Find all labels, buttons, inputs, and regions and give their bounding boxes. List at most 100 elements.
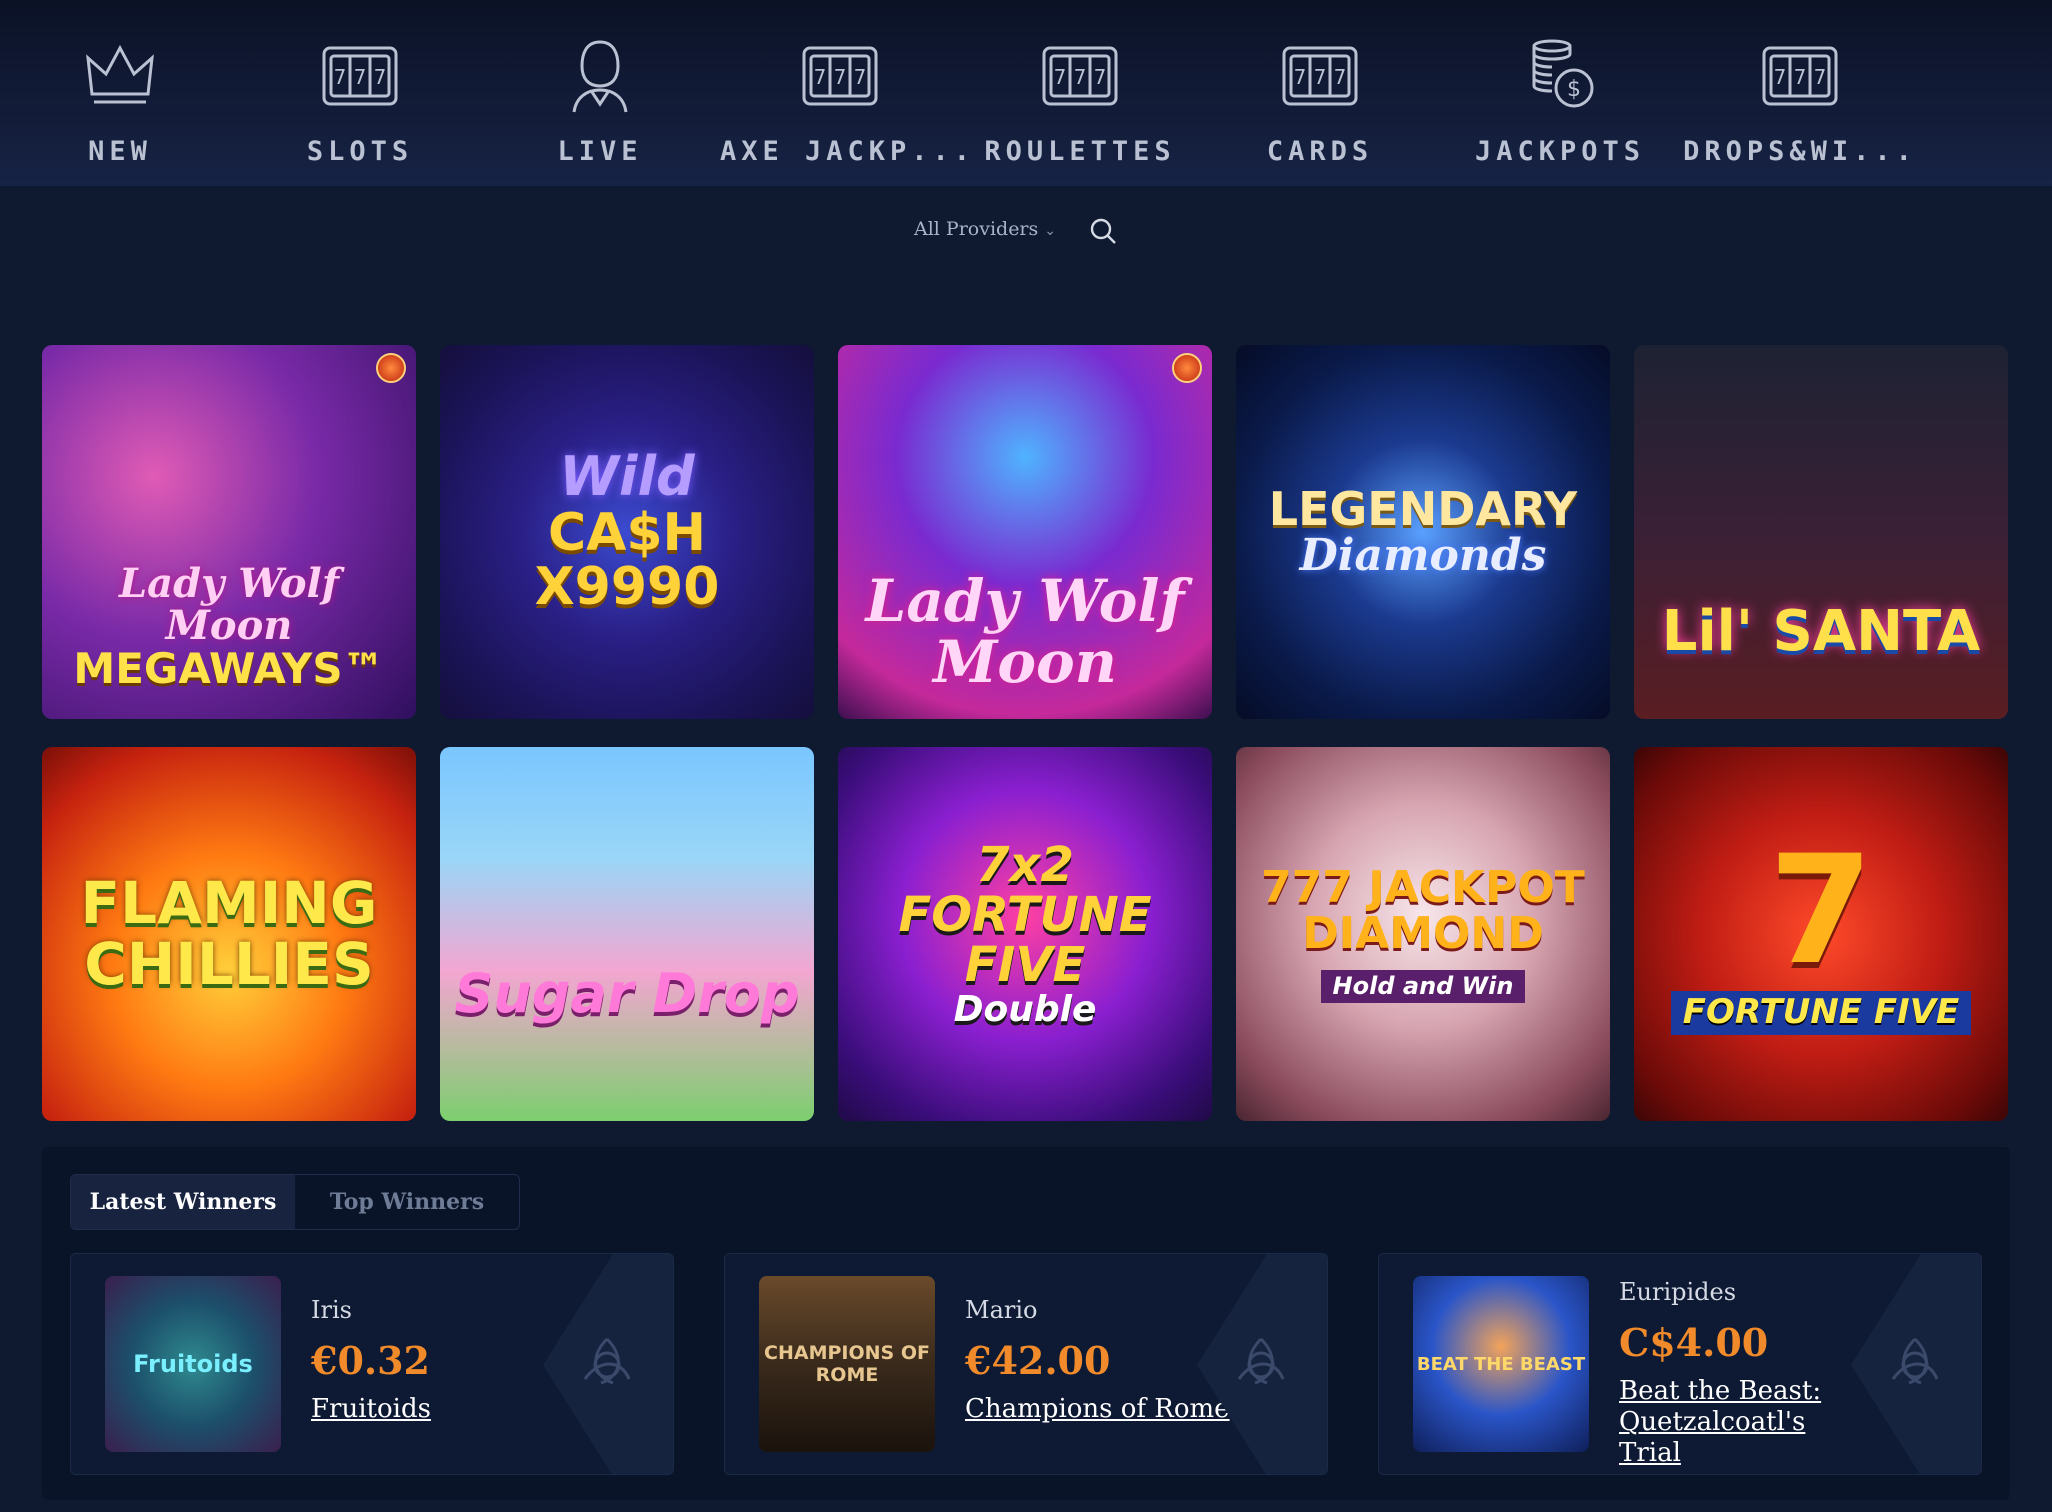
game-tile[interactable]: Lady Wolf Moon [838,345,1212,719]
slot-machine-icon: 7 7 7 [318,36,402,116]
nav-label: AXE JACKP... [720,136,976,167]
jackpot-badge-icon [1172,353,1202,383]
svg-text:7: 7 [1314,65,1327,89]
svg-text:7: 7 [334,65,347,89]
jackpot-badge-icon [376,353,406,383]
svg-text:7: 7 [354,65,367,89]
game-title: Wild [559,445,695,509]
game-title: Lady Wolf Moon [119,559,339,649]
search-button[interactable] [1088,216,1118,246]
nav-label: ROULETTES [984,136,1176,167]
game-tile[interactable]: Wild CA$H X9990 [440,345,814,719]
winner-amount: €42.00 [965,1338,1111,1383]
game-title: Sugar Drop [454,961,800,1025]
triquetra-icon [1851,1254,1981,1474]
svg-text:7: 7 [1054,65,1067,89]
slot-machine-icon: 7 7 7 [798,36,882,116]
game-title: 7x2 FORTUNE FIVE [898,836,1152,994]
winner-amount: C$4.00 [1619,1320,1769,1365]
game-subtitle: MEGAWAYS™ [73,643,385,693]
svg-text:7: 7 [1774,65,1787,89]
triquetra-icon [543,1254,673,1474]
nav-item-slots[interactable]: 7 7 7 SLOTS [240,0,480,186]
game-subtitle: Diamonds [1299,530,1547,582]
game-tile[interactable]: Lil' SANTA [1634,345,2008,719]
tab-latest-winners[interactable]: Latest Winners [71,1175,295,1229]
nav-label: CARDS [1266,136,1374,167]
nav-label: DROPS&WI... [1683,136,1917,167]
svg-text:7: 7 [854,65,867,89]
svg-text:7: 7 [1794,65,1807,89]
crown-icon [78,36,162,116]
svg-text:7: 7 [814,65,827,89]
providers-dropdown[interactable]: All Providers ⌄ [914,218,1056,240]
game-subtitle: Hold and Win [1320,970,1526,1004]
nav-item-live[interactable]: LIVE [480,0,720,186]
game-title: Lil' SANTA [1661,598,1981,664]
tab-top-winners[interactable]: Top Winners [295,1175,519,1229]
winner-game-link[interactable]: Beat the Beast: Quetzalcoatl's Trial [1619,1376,1859,1470]
chevron-down-icon: ⌄ [1044,223,1057,239]
slot-machine-icon: 7 7 7 [1038,36,1122,116]
winner-card[interactable]: BEAT THE BEAST Euripides C$4.00 Beat the… [1378,1253,1982,1475]
winner-name: Mario [965,1296,1038,1324]
coin-stack-icon: $ [1518,36,1602,116]
winners-tabs: Latest Winners Top Winners [70,1174,520,1230]
game-tile[interactable]: 7 FORTUNE FIVE [1634,747,2008,1121]
svg-text:7: 7 [374,65,387,89]
game-thumbnail[interactable]: BEAT THE BEAST [1413,1276,1589,1452]
game-subtitle: FORTUNE FIVE [1670,990,1972,1035]
winner-game-link[interactable]: Fruitoids [311,1394,581,1425]
winner-card[interactable]: CHAMPIONS OF ROME Mario €42.00 Champions… [724,1253,1328,1475]
slot-machine-icon: 7 7 7 [1758,36,1842,116]
game-grid: Lady Wolf Moon MEGAWAYS™ Wild CA$H X9990… [42,345,2010,1121]
winner-name: Iris [311,1296,352,1324]
svg-text:$: $ [1567,77,1581,102]
winners-panel: Latest Winners Top Winners Fruitoids Iri… [42,1147,2010,1500]
game-title: Lady Wolf Moon [865,567,1185,696]
thumbnail-logo: BEAT THE BEAST [1416,1353,1586,1375]
winner-name: Euripides [1619,1278,1737,1306]
game-title: 7 [1768,824,1874,999]
game-tile[interactable]: 777 JACKPOT DIAMOND Hold and Win [1236,747,1610,1121]
winner-card[interactable]: Fruitoids Iris €0.32 Fruitoids [70,1253,674,1475]
providers-label: All Providers [914,218,1039,240]
svg-text:7: 7 [1094,65,1107,89]
nav-item-axe-jackpots[interactable]: 7 7 7 AXE JACKP... [720,0,976,186]
game-thumbnail[interactable]: CHAMPIONS OF ROME [759,1276,935,1452]
thumbnail-logo: CHAMPIONS OF ROME [764,1342,930,1386]
game-title: FLAMING [80,869,378,938]
search-icon [1090,218,1116,244]
game-tile[interactable]: Lady Wolf Moon MEGAWAYS™ [42,345,416,719]
game-tile[interactable]: Sugar Drop [440,747,814,1121]
thumbnail-logo: Fruitoids [133,1350,253,1378]
live-dealer-icon [558,36,642,116]
game-subtitle: CA$H X9990 [534,502,720,618]
nav-item-roulettes[interactable]: 7 7 7 ROULETTES [960,0,1200,186]
svg-text:7: 7 [1334,65,1347,89]
game-subtitle: Double [953,988,1097,1030]
svg-text:7: 7 [1074,65,1087,89]
nav-item-drops-wins[interactable]: 7 7 7 DROPS&WI... [1680,0,1920,186]
game-thumbnail[interactable]: Fruitoids [105,1276,281,1452]
svg-text:7: 7 [1814,65,1827,89]
game-title: LEGENDARY [1268,481,1578,536]
game-tile[interactable]: FLAMING CHILLIES [42,747,416,1121]
nav-label: LIVE [557,136,643,167]
game-tile[interactable]: 7x2 FORTUNE FIVE Double [838,747,1212,1121]
game-subtitle: CHILLIES [84,930,374,998]
nav-label: JACKPOTS [1474,136,1646,167]
nav-label: NEW [88,136,152,167]
nav-item-new[interactable]: NEW [0,0,240,186]
category-nav: NEW 7 7 7 SLOTS LIVE 7 7 7 AXE JACKP... … [0,0,2052,186]
svg-text:7: 7 [1294,65,1307,89]
game-tile[interactable]: LEGENDARY Diamonds [1236,345,1610,719]
triquetra-icon [1197,1254,1327,1474]
nav-item-jackpots[interactable]: $ JACKPOTS [1440,0,1680,186]
game-title: 777 JACKPOT DIAMOND [1261,861,1585,959]
nav-item-cards[interactable]: 7 7 7 CARDS [1200,0,1440,186]
nav-label: SLOTS [306,136,414,167]
slot-machine-icon: 7 7 7 [1278,36,1362,116]
svg-text:7: 7 [834,65,847,89]
winner-amount: €0.32 [311,1338,430,1383]
